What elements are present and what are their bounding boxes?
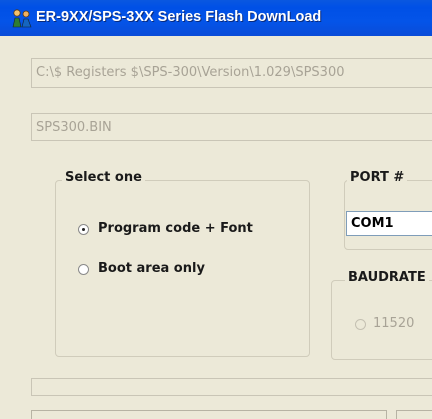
window-title: ER-9XX/SPS-3XX Series Flash DownLoad [36,9,322,25]
close-button[interactable] [396,410,432,419]
flash-download-window: ER-9XX/SPS-3XX Series Flash DownLoad C:\… [0,0,432,419]
source-path-field[interactable]: C:\$ Registers $\SPS-300\Version\1.029\S… [31,58,432,88]
baudrate-radio[interactable] [355,319,366,330]
program-code-font-radio[interactable] [78,224,89,235]
progress-bar [31,378,432,396]
select-one-label: Select one [62,170,145,185]
boot-area-only-radio[interactable] [78,264,89,275]
baudrate-label: BAUDRATE [345,270,429,285]
title-bar[interactable]: ER-9XX/SPS-3XX Series Flash DownLoad [0,0,432,36]
radio-selected-dot [82,228,85,231]
file-name-field[interactable]: SPS300.BIN [31,113,432,141]
flash-download-app-icon [12,9,32,28]
boot-area-only-label[interactable]: Boot area only [98,261,205,276]
port-select[interactable]: COM1 [346,211,432,236]
port-label: PORT # [347,170,408,185]
baudrate-option-label[interactable]: 11520 [373,316,414,331]
program-code-font-label[interactable]: Program code + Font [98,221,253,236]
download-button[interactable] [31,410,387,419]
